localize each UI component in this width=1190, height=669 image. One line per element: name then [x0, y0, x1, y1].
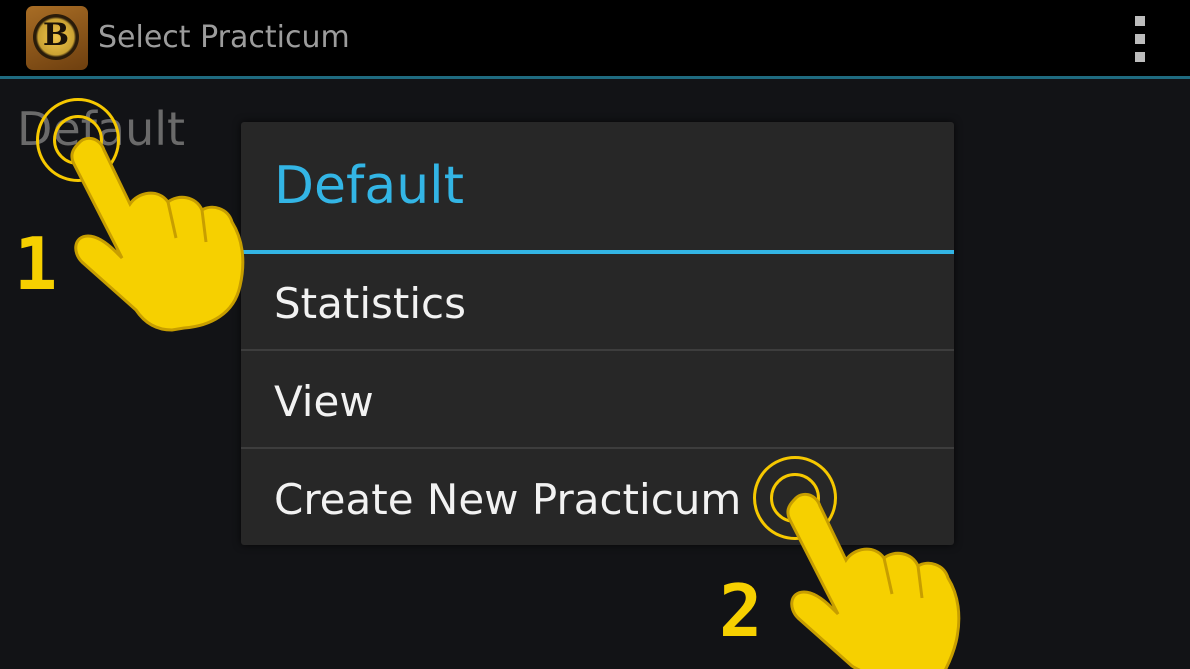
- menu-item-label: View: [274, 377, 374, 426]
- app-icon-letter: B: [42, 17, 70, 53]
- pointing-hand-icon: [786, 492, 961, 669]
- tutorial-step-2: 2: [719, 569, 763, 653]
- divider: [241, 349, 954, 351]
- menu-item-statistics[interactable]: Statistics: [241, 254, 954, 351]
- action-bar: B Select Practicum: [0, 0, 1190, 76]
- more-vertical-icon[interactable]: [1126, 16, 1154, 62]
- tutorial-step-1: 1: [14, 222, 58, 306]
- overflow-dot: [1135, 16, 1145, 26]
- dialog-title: Default: [274, 156, 464, 216]
- pointing-hand-icon: [70, 136, 245, 332]
- app-icon[interactable]: B: [26, 6, 88, 70]
- screen: B Select Practicum Default Default Stati…: [0, 0, 1190, 669]
- overflow-dot: [1135, 34, 1145, 44]
- action-bar-title: Select Practicum: [98, 20, 350, 55]
- overflow-dot: [1135, 52, 1145, 62]
- menu-item-label: Create New Practicum: [274, 475, 742, 524]
- action-bar-divider: [0, 76, 1190, 79]
- menu-item-view[interactable]: View: [241, 352, 954, 449]
- divider: [241, 447, 954, 449]
- context-menu-dialog: Default Statistics View Create New Pract…: [241, 122, 954, 545]
- menu-item-label: Statistics: [274, 279, 466, 328]
